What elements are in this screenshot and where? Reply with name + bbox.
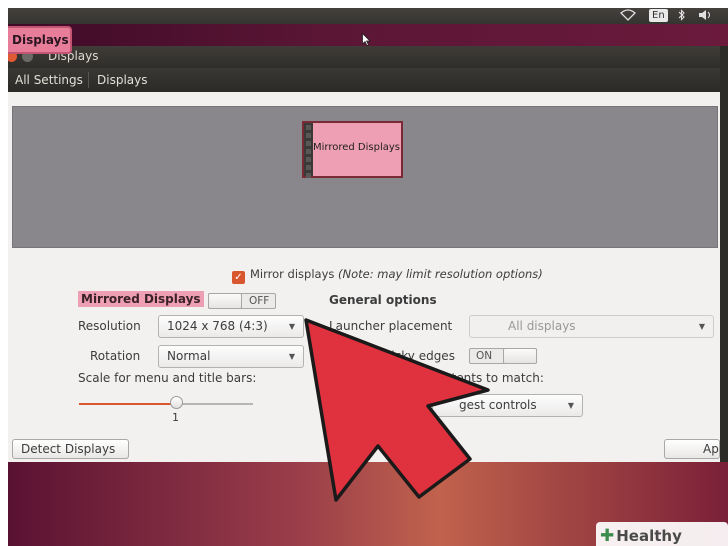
- toggle-state-label: ON: [476, 350, 493, 362]
- displays-panel: Mirrored Displays ✓ Mirror displays (Note…: [8, 92, 720, 462]
- mirror-displays-checkbox[interactable]: ✓: [232, 271, 245, 284]
- scale-slider-fill: [79, 403, 175, 405]
- settings-nav-bar: All Settings Displays: [8, 68, 720, 92]
- rotation-label: Rotation: [90, 349, 141, 363]
- chevron-down-icon: ▼: [567, 401, 574, 410]
- scale-value: 1: [172, 411, 179, 424]
- scale-contents-value: gest controls: [459, 398, 537, 412]
- resolution-value: 1024 x 768 (4:3): [167, 319, 268, 333]
- launcher-tooltip-displays: Displays: [8, 26, 72, 54]
- scale-contents-label: contents to match:: [430, 371, 544, 385]
- chevron-down-icon: ▼: [698, 322, 705, 331]
- display-name-label: Mirrored Displays: [78, 291, 204, 307]
- rotation-select[interactable]: Normal ▼: [158, 345, 304, 368]
- mirror-displays-note: (Note: may limit resolution options): [338, 267, 543, 281]
- scale-slider-track[interactable]: [79, 403, 253, 405]
- window-title-bar: Displays: [8, 46, 720, 68]
- scale-contents-select[interactable]: gest controls ▼: [432, 394, 583, 417]
- apply-button[interactable]: Ap: [664, 439, 720, 459]
- display-power-toggle[interactable]: OFF: [208, 293, 276, 309]
- chevron-down-icon: ▼: [288, 352, 295, 361]
- health-cross-icon: ✚: [600, 526, 615, 546]
- toggle-state-label: OFF: [249, 295, 270, 307]
- monitor-preview-label: Mirrored Displays: [313, 142, 400, 153]
- rotation-value: Normal: [167, 349, 211, 363]
- scale-label: Scale for menu and title bars:: [78, 371, 257, 385]
- mirror-displays-label: Mirror displays: [250, 267, 335, 281]
- launcher-placement-label: Launcher placement: [329, 319, 453, 333]
- bluetooth-icon[interactable]: [678, 9, 686, 24]
- mouse-pointer-icon: [362, 32, 371, 49]
- keyboard-layout-indicator[interactable]: En: [649, 9, 668, 22]
- detect-displays-button[interactable]: Detect Displays: [12, 439, 129, 459]
- resolution-select[interactable]: 1024 x 768 (4:3) ▼: [158, 315, 304, 338]
- top-panel: En: [8, 8, 728, 24]
- toggle-knob[interactable]: [503, 348, 537, 364]
- volume-icon[interactable]: [698, 9, 712, 24]
- general-options-heading: General options: [329, 293, 437, 307]
- healthy-living-watermark: ✚Healthy Living: [596, 522, 728, 546]
- mirror-displays-row: ✓ Mirror displays (Note: may limit resolu…: [232, 267, 543, 284]
- toggle-knob[interactable]: [208, 293, 242, 309]
- resolution-label: Resolution: [78, 319, 141, 333]
- monitor-preview[interactable]: Mirrored Displays: [302, 121, 403, 178]
- launcher-placement-select[interactable]: All displays ▼: [469, 315, 714, 338]
- wifi-icon[interactable]: [620, 9, 636, 24]
- display-name-heading: Mirrored Displays: [78, 291, 204, 307]
- all-settings-button[interactable]: All Settings: [10, 72, 89, 88]
- scale-slider-handle[interactable]: [170, 396, 183, 409]
- displays-breadcrumb[interactable]: Displays: [92, 72, 152, 88]
- screenshot-frame: En Displays Displays All Settings Displa…: [8, 8, 728, 546]
- chevron-down-icon: ▼: [288, 322, 295, 331]
- launcher-placement-value: All displays: [508, 319, 576, 333]
- sticky-edges-label: Sticky edges: [379, 349, 455, 363]
- sticky-edges-toggle[interactable]: ON: [469, 348, 537, 364]
- display-arrangement-area: Mirrored Displays: [12, 106, 718, 248]
